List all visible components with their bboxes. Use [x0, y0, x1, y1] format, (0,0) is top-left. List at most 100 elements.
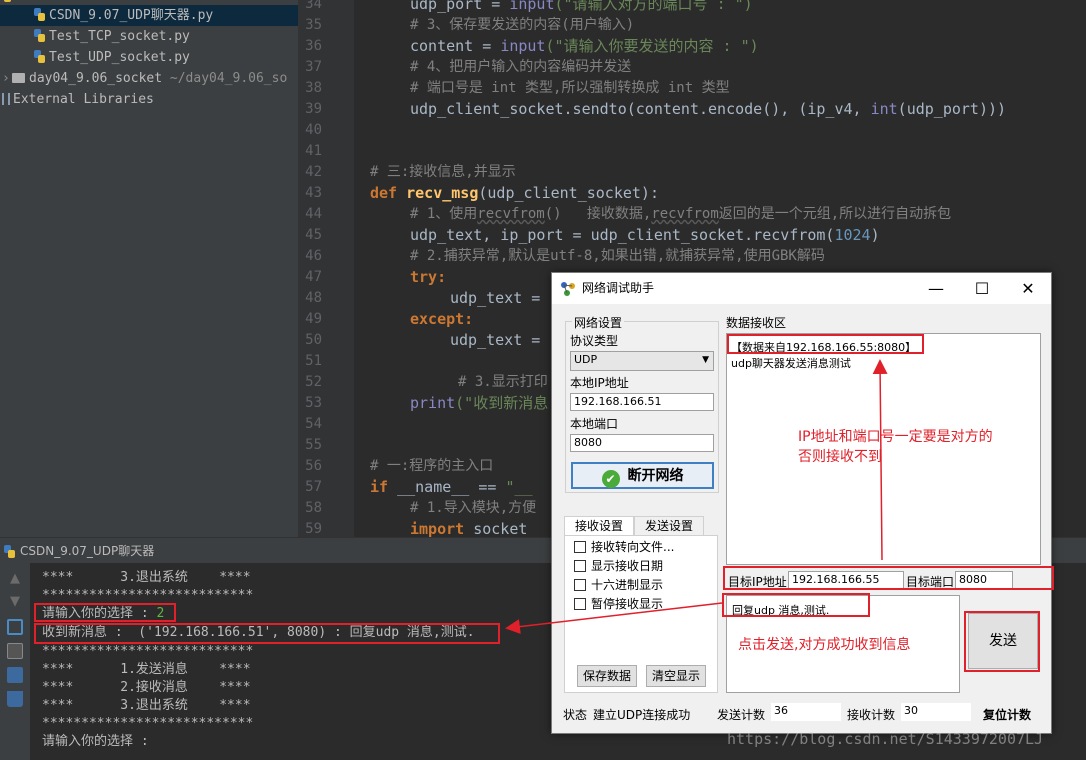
code-line-37: # 4、把用户输入的内容编码并发送 — [410, 59, 632, 75]
annotation-note-send: 点击发送,对方成功收到信息 — [738, 637, 911, 653]
checkmark-icon: ✔ — [601, 470, 620, 488]
line-number: 52 — [305, 374, 322, 390]
code-line-48: udp_text = — [450, 289, 541, 307]
minimize-button[interactable]: — — [913, 273, 959, 304]
line-number: 50 — [305, 332, 322, 348]
code-line-49: except: — [410, 310, 474, 328]
line-number: 34 — [305, 0, 322, 12]
tab-recv-settings[interactable]: 接收设置 — [564, 516, 634, 536]
line-number: 44 — [305, 206, 322, 222]
dialog-titlebar[interactable]: 网络调试助手 — ☐ ✕ — [552, 273, 1051, 304]
code-line-53: print("收到新消息 — [410, 394, 549, 412]
recv-count-label: 接收计数 — [847, 708, 896, 722]
line-number: 51 — [305, 353, 322, 369]
tree-item-label: Test_TCP_socket.py — [49, 29, 190, 44]
send-count-label: 发送计数 — [717, 708, 766, 722]
tree-item-path: ~/day04_9.06_so — [169, 71, 288, 86]
console-line: *************************** — [42, 644, 254, 659]
tree-item-label: Test_UDP_socket.py — [49, 50, 190, 65]
console-line: **** 3.退出系统 **** — [42, 698, 251, 713]
console-line: **** 2.接收消息 **** — [42, 680, 251, 695]
line-number: 35 — [305, 17, 322, 33]
checkbox-pause[interactable]: 暂停接收显示 — [574, 597, 663, 611]
annotation-note-ip-port: IP地址和端口号一定要是对方的 否则接收不到 — [798, 429, 993, 465]
maximize-button[interactable]: ☐ — [959, 273, 1005, 304]
line-number: 37 — [305, 59, 322, 75]
code-line-59: import socket — [410, 520, 528, 537]
local-ip-input[interactable]: 192.168.166.51 — [570, 393, 714, 411]
tree-item-day04-folder[interactable]: › day04_9.06_socket ~/day04_9.06_so — [0, 68, 287, 89]
checkbox-redirect[interactable]: 接收转向文件... — [574, 540, 674, 554]
send-count-value: 36 — [771, 703, 841, 721]
arrow-up-icon[interactable]: ▲ — [7, 571, 23, 587]
local-ip-label: 本地IP地址 — [570, 376, 629, 390]
soft-wrap-icon[interactable] — [7, 619, 23, 635]
code-line-46: # 2.捕获异常,默认是utf-8,如果出错,就捕获异常,使用GBK解码 — [410, 248, 825, 264]
console-line: *************************** — [42, 716, 254, 731]
code-line-44: # 1、使用recvfrom() 接收数据,recvfrom返回的是一个元组,所… — [410, 206, 952, 222]
line-number: 54 — [305, 416, 322, 432]
status-value: 建立UDP连接成功 — [593, 708, 691, 722]
recv-count-value: 30 — [901, 703, 971, 721]
network-app-icon — [560, 281, 576, 297]
tab-send-settings[interactable]: 发送设置 — [634, 516, 704, 536]
arrow-down-icon[interactable]: ▼ — [7, 594, 23, 610]
scroll-to-end-icon[interactable] — [7, 643, 23, 659]
checkbox-hex[interactable]: 十六进制显示 — [574, 578, 663, 592]
protocol-select[interactable]: UDP ▼ — [570, 351, 714, 371]
save-data-button[interactable]: 保存数据 — [577, 665, 637, 687]
line-number-gutter: 34 35 36 37 38 39 40 41 42 43 44 45 46 47 48 49 50 51 52 53… — [298, 0, 354, 537]
chevron-down-icon: ▼ — [702, 355, 709, 365]
annotation-box-target — [723, 566, 1054, 590]
print-icon[interactable] — [7, 667, 23, 683]
code-line-50: udp_text = — [450, 331, 541, 349]
line-number: 36 — [305, 38, 322, 54]
code-line-34: udp_port = input("请输入对方的端口号 : ") — [410, 0, 753, 13]
project-tree: CSDN_9.07_UDP聊天器.py Test_TCP_socket.py T… — [0, 0, 298, 537]
protocol-label: 协议类型 — [570, 334, 619, 348]
status-label: 状态 — [563, 708, 588, 722]
disconnect-button[interactable]: ✔ 断开网络 — [571, 462, 714, 489]
console-line: **** 1.发送消息 **** — [42, 662, 251, 677]
python-file-icon — [0, 0, 34, 2]
local-port-input[interactable]: 8080 — [570, 434, 714, 452]
code-line-52: # 3.显示打印 — [458, 374, 548, 390]
tree-item-external-libraries[interactable]: External Libraries — [0, 89, 154, 110]
local-port-label: 本地端口 — [570, 417, 619, 431]
tree-item-label: External Libraries — [13, 92, 154, 107]
console-line: 请输入你的选择 : — [42, 734, 149, 749]
line-number: 56 — [305, 458, 322, 474]
line-number: 41 — [305, 143, 322, 159]
line-number: 49 — [305, 311, 322, 327]
code-line-38: # 端口号是 int 类型,所以强制转换成 int 类型 — [410, 80, 730, 96]
code-line-43: def recv_msg(udp_client_socket): — [370, 184, 659, 202]
reset-count-button[interactable]: 复位计数 — [983, 706, 1031, 723]
line-number: 58 — [305, 500, 322, 516]
annotation-box-choice — [34, 603, 176, 622]
library-icon — [2, 93, 10, 105]
console-line: **** 3.退出系统 **** — [42, 570, 251, 585]
trash-icon[interactable] — [7, 691, 23, 707]
annotation-box-send-button — [964, 611, 1040, 672]
tree-item-tcp-socket[interactable]: Test_TCP_socket.py — [0, 26, 190, 47]
tree-item-udp-chat[interactable]: CSDN_9.07_UDP聊天器.py — [0, 5, 298, 26]
python-file-icon — [4, 545, 16, 558]
code-line-39: udp_client_socket.sendto(content.encode(… — [410, 100, 1007, 118]
code-line-36: content = input("请输入你要发送的内容 : ") — [410, 37, 759, 55]
line-number: 40 — [305, 122, 322, 138]
line-number: 48 — [305, 290, 322, 306]
network-settings-label: 网络设置 — [572, 314, 625, 331]
python-file-icon — [34, 8, 46, 21]
checkbox-date[interactable]: 显示接收日期 — [574, 559, 663, 573]
line-number: 45 — [305, 227, 322, 243]
run-tab-title: CSDN_9.07_UDP聊天器 — [20, 544, 155, 558]
code-line-56: # 一:程序的主入口 — [370, 458, 494, 474]
line-number: 55 — [305, 437, 322, 453]
dialog-title: 网络调试助手 — [582, 281, 655, 295]
clear-display-button[interactable]: 清空显示 — [646, 665, 706, 687]
recv-body: udp聊天器发送消息测试 — [731, 357, 851, 370]
tree-item-udp-socket[interactable]: Test_UDP_socket.py — [0, 47, 190, 68]
code-line-58: # 1.导入模块,方便 — [410, 500, 537, 516]
run-toolbar: ▲ ▼ — [0, 563, 30, 760]
close-button[interactable]: ✕ — [1005, 273, 1051, 304]
